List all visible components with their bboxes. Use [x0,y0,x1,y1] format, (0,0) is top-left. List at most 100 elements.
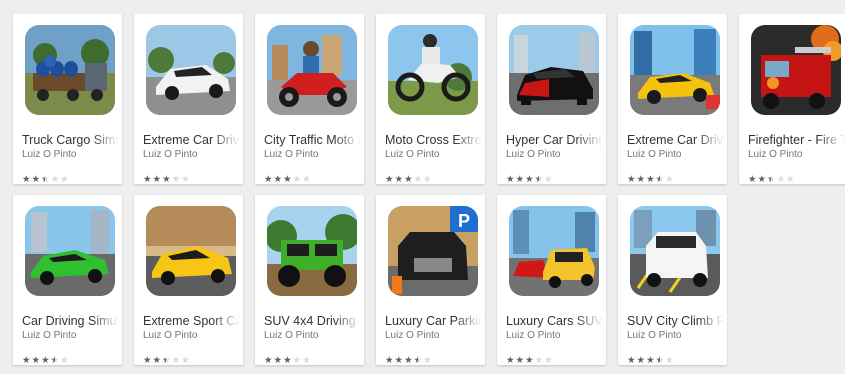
app-card[interactable]: SUV City Climb Parking Luiz O Pinto ★★★★… [618,195,727,365]
star-icon: ★ [665,355,674,365]
rating-stars: ★ ★ ★ ★ ★ [748,175,795,184]
star-icon: ★ [264,355,273,365]
star-icon: ★ [162,174,171,184]
app-card[interactable]: Extreme Sport Car Driving Luiz O Pinto ★… [134,195,243,365]
yellow-suv-icon[interactable] [509,206,599,296]
developer-name: Luiz O Pinto [385,149,440,160]
rating-stars: ★ ★ ★ ★ ★ [506,175,553,184]
developer-name: Luiz O Pinto [264,330,319,341]
rating-stars: ★ ★ ★ ★ ★ [22,356,69,365]
app-card[interactable]: Extreme Car Driving Luiz O Pinto ★★★★★ [134,14,243,184]
star-icon: ★ [152,174,162,184]
app-card[interactable]: Luxury Cars SUV Traffic Luiz O Pinto ★★★… [497,195,606,365]
star-icon: ★ [22,355,31,365]
fire-truck-icon[interactable] [751,25,841,115]
developer-name: Luiz O Pinto [143,330,198,341]
developer-name: Luiz O Pinto [143,149,198,160]
app-card[interactable]: Firefighter - Fire Truck Luiz O Pinto ★ ★… [739,14,845,184]
app-title: SUV 4x4 Driving Simulator [264,314,361,328]
star-icon: ★ [385,355,394,365]
star-icon: ★ [283,174,292,184]
star-icon: ★ [143,174,152,184]
app-title: Firefighter - Fire Truck [748,133,845,147]
star-icon: ★ [22,174,31,184]
black-suv-icon[interactable]: P [388,206,478,296]
star-icon: ★ [525,174,534,184]
rating-stars: ★ ★ ★ ★ ★ [264,175,311,184]
green-jeep-icon[interactable] [267,206,357,296]
star-icon: ★ [152,355,162,365]
yellow-sportscar-icon[interactable] [630,25,720,115]
developer-name: Luiz O Pinto [748,149,803,160]
star-icon: ★ [302,174,311,184]
app-card[interactable]: Extreme Car Driving Racing Luiz O Pinto … [618,14,727,184]
star-icon: ★ [748,174,757,184]
star-icon: ★ [506,355,515,365]
star-icon: ★ [273,355,283,365]
app-card[interactable]: Hyper Car Driving Simulator Luiz O Pinto… [497,14,606,184]
star-icon: ★ [525,355,534,365]
star-icon: ★ [656,356,665,365]
star-icon: ★ [51,356,60,365]
rating-stars: ★ ★ ★ ★ ★ [22,175,69,184]
app-card[interactable]: SUV 4x4 Driving Simulator Luiz O Pinto ★… [255,195,364,365]
star-icon: ★ [50,174,60,184]
star-icon: ★ [627,355,636,365]
star-icon: ★ [534,355,544,365]
app-title: Moto Cross Extreme [385,133,482,147]
star-icon: ★ [544,174,553,184]
star-icon: ★ [60,355,69,365]
app-title: Extreme Car Driving [143,133,240,147]
star-icon: ★ [404,174,413,184]
cargo-truck-icon[interactable] [25,25,115,115]
app-card[interactable]: Moto Cross Extreme Luiz O Pinto ★★★★★ [376,14,485,184]
rating-stars: ★ ★ ★ ★ ★ [385,175,432,184]
developer-name: Luiz O Pinto [385,330,440,341]
star-icon: ★ [41,355,50,365]
white-gwagon-icon[interactable] [630,206,720,296]
star-icon: ★ [423,174,432,184]
star-icon: ★ [423,355,432,365]
star-icon: ★ [394,174,404,184]
star-icon: ★ [767,175,776,184]
rating-stars: ★ ★ ★ ★ ★ [627,175,674,184]
star-icon: ★ [665,174,674,184]
developer-name: Luiz O Pinto [627,330,682,341]
developer-name: Luiz O Pinto [627,149,682,160]
developer-name: Luiz O Pinto [264,149,319,160]
app-title: Truck Cargo Simulator [22,133,119,147]
star-icon: ★ [394,355,404,365]
star-icon: ★ [656,175,665,184]
yellow-lambo-icon[interactable] [146,206,236,296]
star-icon: ★ [41,175,50,184]
star-icon: ★ [283,355,292,365]
star-icon: ★ [181,174,190,184]
app-card[interactable]: P Luxury Car Parking Luiz O Pinto ★ ★ ★ ★ ★ [376,195,485,365]
red-hypercar-icon[interactable] [509,25,599,115]
app-card[interactable]: City Traffic Moto Racing Luiz O Pinto ★★… [255,14,364,184]
star-icon: ★ [646,355,655,365]
star-icon: ★ [786,174,795,184]
star-icon: ★ [143,355,152,365]
app-card[interactable]: Car Driving Simulator Luiz O Pinto ★★★★★ [13,195,122,365]
rating-stars: ★ ★ ★ ★ ★ [143,175,190,184]
star-icon: ★ [385,174,394,184]
developer-name: Luiz O Pinto [506,330,561,341]
rating-stars: ★ ★ ★ ★ ★ [506,356,553,365]
motorcycle-rider-icon[interactable] [267,25,357,115]
star-icon: ★ [302,355,311,365]
app-title: Car Driving Simulator [22,314,119,328]
green-supercar-icon[interactable] [25,206,115,296]
star-icon: ★ [31,355,41,365]
app-card[interactable]: Truck Cargo Simulator Luiz O Pinto ★★★★★ [13,14,122,184]
star-icon: ★ [162,356,171,365]
star-icon: ★ [292,355,302,365]
white-supercar-icon[interactable] [146,25,236,115]
developer-name: Luiz O Pinto [22,330,77,341]
motocross-bike-icon[interactable] [388,25,478,115]
app-title: Luxury Cars SUV Traffic [506,314,603,328]
app-title: Hyper Car Driving Simulator [506,133,603,147]
developer-name: Luiz O Pinto [506,149,561,160]
rating-stars: ★ ★ ★ ★ ★ [385,356,432,365]
rating-stars: ★ ★ ★ ★ ★ [627,356,674,365]
